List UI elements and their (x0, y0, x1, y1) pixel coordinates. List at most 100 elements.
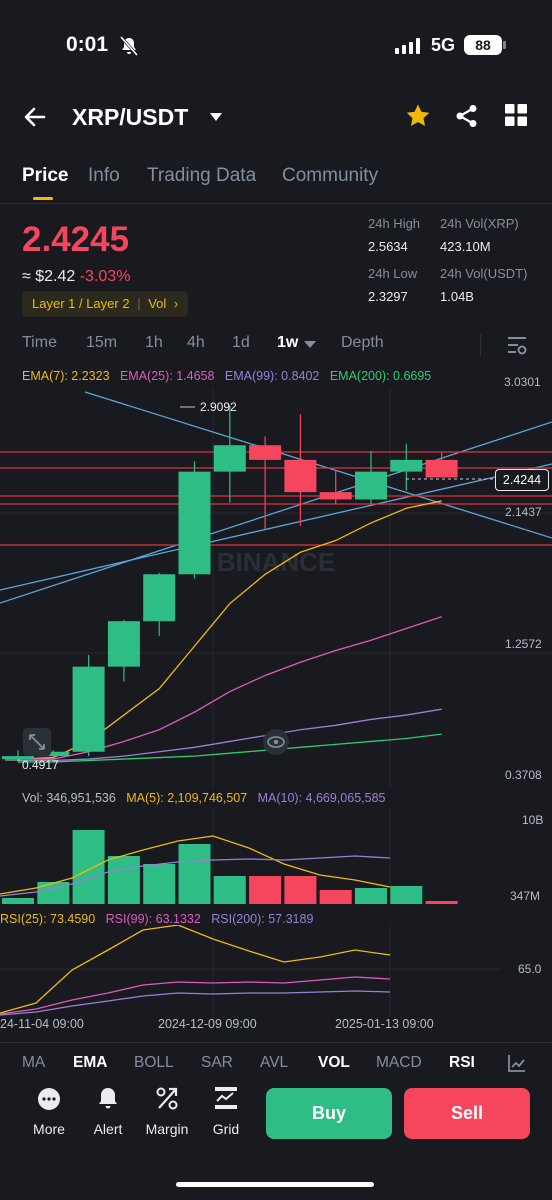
interval-1w[interactable]: 1w (277, 334, 298, 352)
low-label: 24h Low (368, 266, 418, 281)
home-indicator (176, 1182, 374, 1187)
volume-bar (72, 830, 105, 904)
tab-community[interactable]: Community (282, 165, 378, 187)
candlestick-chart[interactable]: BINANCE 2.9092 0.4917 (0, 388, 552, 788)
grid-icon[interactable] (505, 104, 527, 126)
tags-divider: | (137, 296, 141, 311)
high-marker: 2.9092 (200, 400, 237, 414)
category-tags[interactable]: Layer 1 / Layer 2 | Vol › (22, 291, 189, 317)
watermark: BINANCE (217, 547, 335, 577)
volume-bar (390, 886, 423, 904)
vol-tag: Vol (148, 296, 167, 311)
caret-down-icon[interactable] (210, 112, 222, 122)
rsi200-label: RSI(200): 57.3189 (211, 912, 314, 926)
interval-depth[interactable]: Depth (341, 334, 384, 352)
eye-icon[interactable] (263, 729, 289, 755)
interval-1d[interactable]: 1d (232, 334, 250, 352)
tab-trading-data[interactable]: Trading Data (147, 165, 256, 187)
date-label: 24-11-04 09:00 (0, 1017, 84, 1031)
high-label: 24h High (368, 216, 421, 231)
vol-usdt-label: 24h Vol(USDT) (440, 266, 528, 281)
battery-level: 88 (464, 35, 502, 55)
chart-indicator-icon[interactable] (508, 1054, 526, 1072)
interval-1h[interactable]: 1h (145, 334, 163, 352)
divider (0, 1042, 552, 1043)
axis-top: 3.0301 (504, 375, 541, 389)
candle-body (72, 666, 105, 752)
grid-bot-icon (215, 1087, 237, 1109)
date-label: 2024-12-09 09:00 (158, 1017, 257, 1031)
alert-button[interactable]: Alert (83, 1085, 133, 1137)
interval-time[interactable]: Time (22, 334, 57, 352)
candle-body (178, 471, 211, 575)
vol-xrp-label: 24h Vol(XRP) (440, 216, 519, 231)
volume-bar (355, 888, 387, 904)
indicator-rsi[interactable]: RSI (449, 1054, 475, 1072)
more-button[interactable]: More (24, 1085, 74, 1137)
caret-down-icon[interactable] (304, 341, 316, 349)
rsi25-label: RSI(25): 73.4590 (0, 912, 96, 926)
margin-label: Margin (145, 1121, 189, 1137)
volume-bar (107, 856, 140, 904)
interval-bar: Time 15m 1h 4h 1d 1w Depth (0, 334, 552, 356)
sell-button[interactable]: Sell (404, 1088, 530, 1139)
active-tab-indicator (33, 197, 53, 200)
more-icon (38, 1088, 60, 1110)
chart-settings-icon[interactable] (506, 334, 528, 356)
ma5-label: MA(5): 2,109,746,507 (126, 791, 248, 805)
ema200-label: EMA(200): 0.6695 (329, 369, 432, 383)
pair-title[interactable]: XRP/USDT (72, 104, 188, 131)
star-icon[interactable] (405, 103, 431, 129)
vol-usdt-value: 1.04B (440, 289, 474, 304)
axis-mid1: 2.1437 (505, 505, 542, 519)
ema7-label: EMA(7): 2.2323 (22, 369, 110, 383)
ma10-label: MA(10): 4,669,065,585 (257, 791, 386, 805)
candle-body (213, 445, 246, 472)
indicator-vol[interactable]: VOL (318, 1054, 350, 1072)
interval-4h[interactable]: 4h (187, 334, 205, 352)
action-bar: More Alert Margin Grid Buy Sell (0, 1085, 552, 1145)
status-time: 0:01 (66, 33, 109, 56)
volume-chart (0, 808, 458, 904)
share-icon[interactable] (455, 104, 479, 128)
indicator-macd[interactable]: MACD (376, 1054, 422, 1072)
grid-label: Grid (212, 1121, 240, 1137)
tab-info[interactable]: Info (88, 165, 120, 187)
rsi99-label: RSI(99): 63.1332 (105, 912, 201, 926)
candle-body (355, 471, 387, 500)
price-change: -3.03% (79, 268, 131, 285)
indicator-tabs: MA EMA BOLL SAR AVL VOL MACD RSI (0, 1050, 552, 1078)
indicator-ma[interactable]: MA (22, 1054, 45, 1072)
tags-label: Layer 1 / Layer 2 (32, 296, 130, 311)
axis-mid2: 1.2572 (505, 637, 542, 651)
volume-bar (178, 844, 211, 904)
network-type: 5G (431, 35, 456, 55)
indicator-ema[interactable]: EMA (73, 1054, 107, 1072)
interval-15m[interactable]: 15m (86, 334, 117, 352)
vol-xrp-value: 423.10M (440, 239, 491, 254)
candle-body (284, 459, 317, 493)
grid-button[interactable]: Grid (201, 1085, 251, 1137)
approx-usd: ≈ $2.42 (22, 268, 76, 285)
volume-bar (213, 876, 246, 904)
expand-icon[interactable] (23, 728, 51, 756)
ema-legend: EMA(7): 2.2323 EMA(25): 1.4658 EMA(99): … (22, 369, 431, 383)
candle-body (249, 445, 282, 460)
buy-button[interactable]: Buy (266, 1088, 392, 1139)
volume-bar (284, 876, 317, 904)
margin-button[interactable]: Margin (142, 1085, 192, 1137)
candle-body (425, 459, 458, 478)
indicator-avl[interactable]: AVL (260, 1054, 288, 1072)
low-marker: 0.4917 (22, 758, 59, 772)
alert-label: Alert (93, 1121, 123, 1137)
battery-tip (503, 41, 506, 49)
last-price: 2.4245 (22, 220, 130, 259)
current-price-label: 2.4244 (495, 469, 549, 491)
volume-legend: Vol: 346,951,536 MA(5): 2,109,746,507 MA… (22, 791, 385, 805)
candle-body (390, 459, 423, 472)
back-arrow-icon[interactable] (22, 104, 48, 130)
tab-price[interactable]: Price (22, 165, 68, 187)
date-label: 2025-01-13 09:00 (335, 1017, 434, 1031)
indicator-boll[interactable]: BOLL (134, 1054, 174, 1072)
indicator-sar[interactable]: SAR (201, 1054, 233, 1072)
